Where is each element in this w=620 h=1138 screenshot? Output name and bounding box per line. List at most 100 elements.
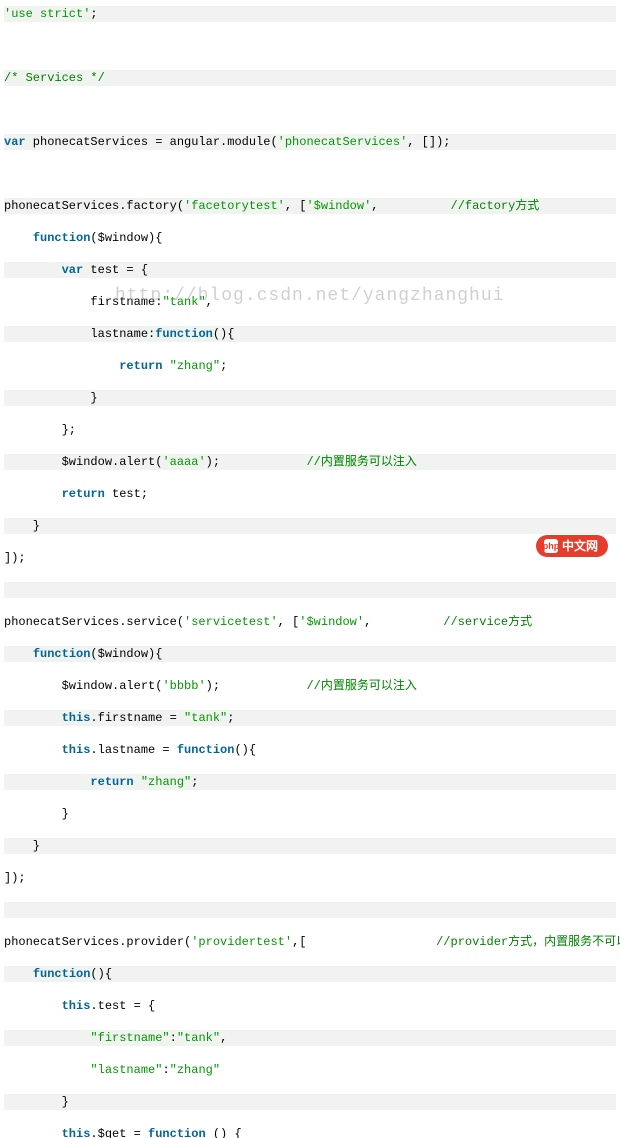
code-token: "tank" xyxy=(177,1031,220,1045)
code-token: : xyxy=(162,1063,169,1077)
code-line: firstname:"tank", xyxy=(4,294,616,310)
code-token: } xyxy=(4,1095,69,1109)
code-line: this.firstname = "tank"; xyxy=(4,710,616,726)
code-token: "lastname" xyxy=(90,1063,162,1077)
code-token: //内置服务可以注入 xyxy=(306,679,416,693)
code-token: 'aaaa' xyxy=(162,455,205,469)
code-line: } xyxy=(4,838,616,854)
code-token: return xyxy=(119,359,162,373)
code-token: "firstname" xyxy=(90,1031,169,1045)
code-token: ; xyxy=(191,775,198,789)
code-token: "tank" xyxy=(184,711,227,725)
code-token: return xyxy=(62,487,105,501)
code-token: this xyxy=(62,743,91,757)
code-token: 'phonecatServices' xyxy=(278,135,408,149)
code-token xyxy=(4,999,62,1013)
code-token: , [ xyxy=(278,615,300,629)
code-token: ); xyxy=(206,679,307,693)
code-line xyxy=(4,38,616,54)
code-token: 'servicetest' xyxy=(184,615,278,629)
code-token: this xyxy=(62,999,91,1013)
code-token: $window.alert( xyxy=(4,679,162,693)
code-token: var xyxy=(4,135,26,149)
code-token xyxy=(4,487,62,501)
code-token: () { xyxy=(206,1127,242,1138)
code-token: 'use strict' xyxy=(4,7,90,21)
code-token: } xyxy=(4,391,98,405)
code-token: (){ xyxy=(213,327,235,341)
code-token: $window.alert( xyxy=(4,455,162,469)
code-line: } xyxy=(4,1094,616,1110)
code-token: function xyxy=(155,327,213,341)
code-token: .$get = xyxy=(90,1127,148,1138)
code-line: lastname:function(){ xyxy=(4,326,616,342)
code-block: 'use strict'; /* Services */ var phoneca… xyxy=(0,0,620,1138)
code-token: function xyxy=(148,1127,206,1138)
code-token: , xyxy=(220,1031,227,1045)
code-line: function(){ xyxy=(4,966,616,982)
code-token: ; xyxy=(90,7,97,21)
code-token: ,[ xyxy=(292,935,436,949)
code-token: var xyxy=(62,263,84,277)
code-token: , xyxy=(371,199,450,213)
code-line: phonecatServices.service('servicetest', … xyxy=(4,614,616,630)
code-token: ($window){ xyxy=(90,647,162,661)
code-line: ]); xyxy=(4,870,616,886)
code-line: } xyxy=(4,390,616,406)
code-token: firstname: xyxy=(4,295,162,309)
code-token: ]); xyxy=(4,871,26,885)
code-token: "zhang" xyxy=(170,1063,220,1077)
code-token xyxy=(4,711,62,725)
code-line xyxy=(4,166,616,182)
code-token: return xyxy=(90,775,133,789)
code-line: "lastname":"zhang" xyxy=(4,1062,616,1078)
code-line: phonecatServices.factory('facetorytest',… xyxy=(4,198,616,214)
code-line: this.test = { xyxy=(4,998,616,1014)
code-token: phonecatServices.provider( xyxy=(4,935,191,949)
code-line: }; xyxy=(4,422,616,438)
code-token: (){ xyxy=(90,967,112,981)
code-line xyxy=(4,102,616,118)
code-line: this.lastname = function(){ xyxy=(4,742,616,758)
code-token: : xyxy=(170,1031,177,1045)
code-token: ; xyxy=(220,359,227,373)
code-token xyxy=(134,775,141,789)
code-line: return "zhang"; xyxy=(4,774,616,790)
code-token: .firstname = xyxy=(90,711,184,725)
code-token: /* Services */ xyxy=(4,71,105,85)
code-line: var test = { xyxy=(4,262,616,278)
code-token xyxy=(4,231,33,245)
code-line: 'use strict'; xyxy=(4,6,616,22)
code-line xyxy=(4,582,616,598)
code-token: "tank" xyxy=(162,295,205,309)
code-line: } xyxy=(4,518,616,534)
code-line: return test; xyxy=(4,486,616,502)
code-token: ($window){ xyxy=(90,231,162,245)
code-token: "zhang" xyxy=(170,359,220,373)
code-token: phonecatServices = angular.module( xyxy=(26,135,278,149)
code-line: /* Services */ xyxy=(4,70,616,86)
code-token xyxy=(4,967,33,981)
code-token xyxy=(162,359,169,373)
code-token xyxy=(4,1031,90,1045)
code-token: this xyxy=(62,1127,91,1138)
code-line xyxy=(4,902,616,918)
code-line: return "zhang"; xyxy=(4,358,616,374)
code-line: phonecatServices.provider('providertest'… xyxy=(4,934,616,950)
code-token: 'bbbb' xyxy=(162,679,205,693)
code-token: 'providertest' xyxy=(191,935,292,949)
code-token: } xyxy=(4,519,40,533)
code-token: //内置服务可以注入 xyxy=(306,455,416,469)
code-token: function xyxy=(177,743,235,757)
site-badge: php 中文网 xyxy=(536,535,608,557)
code-line: "firstname":"tank", xyxy=(4,1030,616,1046)
code-token: lastname: xyxy=(4,327,155,341)
code-token: function xyxy=(33,967,91,981)
code-line: } xyxy=(4,806,616,822)
code-token xyxy=(4,775,90,789)
code-token: } xyxy=(4,839,40,853)
code-token: test; xyxy=(105,487,148,501)
code-token: , xyxy=(206,295,213,309)
code-token: function xyxy=(33,647,91,661)
code-token: .test = { xyxy=(90,999,155,1013)
